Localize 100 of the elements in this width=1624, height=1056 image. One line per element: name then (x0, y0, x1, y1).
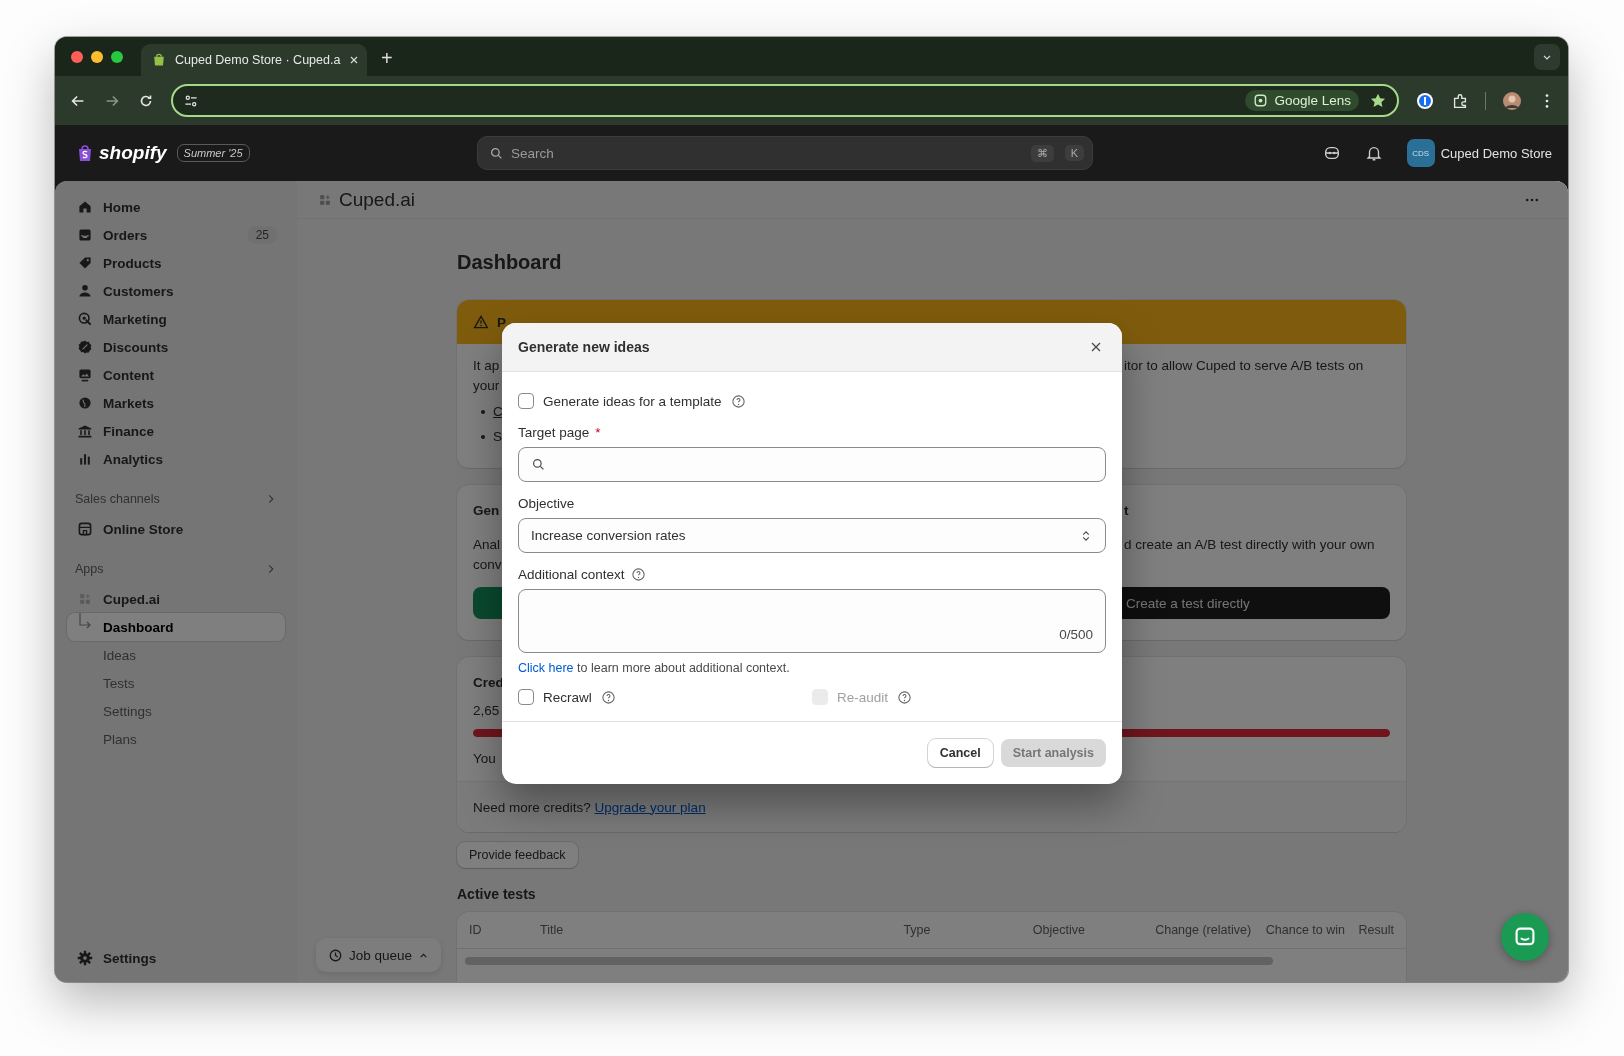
card-title: P (497, 314, 506, 330)
footer-text: Need more credits? Upgrade your plan (473, 799, 706, 815)
dialog-title: Generate new ideas (518, 339, 650, 355)
image-icon (77, 367, 93, 383)
help-icon (630, 566, 646, 582)
help-icon (600, 689, 616, 705)
password-manager-icon[interactable] (1415, 90, 1435, 111)
column-header: Title (540, 923, 565, 937)
sidebar-item[interactable]: Tests (67, 669, 285, 697)
home-icon (77, 199, 93, 215)
required-mark: * (595, 424, 601, 440)
checkbox-label: Recrawl (543, 689, 592, 705)
edition-badge: Summer '25 (176, 144, 250, 162)
objective-select[interactable]: Increase conversion rates (518, 518, 1106, 553)
store-menu[interactable]: CDS Cuped Demo Store (1406, 139, 1552, 167)
bar-chart-icon (77, 451, 93, 467)
clock-icon (328, 947, 343, 963)
start-button: Start analysis (1000, 739, 1106, 767)
bell-icon[interactable] (1364, 144, 1383, 162)
checkbox[interactable] (518, 393, 534, 409)
feedback-button[interactable]: Provide feedback (457, 842, 578, 868)
sidebar-item[interactable]: Settings (67, 944, 285, 972)
column-header: Chance to win (1265, 923, 1346, 937)
google-lens-button[interactable]: Google Lens (1245, 90, 1359, 111)
globe-icon (77, 395, 93, 411)
job-queue-button[interactable]: Job queue (316, 938, 442, 972)
sidebar-item[interactable]: Products (67, 249, 285, 277)
sidebar-item[interactable]: Settings (67, 697, 285, 725)
link[interactable]: Click here (518, 661, 574, 675)
sidebar-item[interactable]: Plans (67, 725, 285, 753)
column-header: Result (1358, 923, 1394, 937)
column-header: Type (903, 923, 932, 937)
sidebar-item[interactable]: Online Store (67, 515, 285, 543)
sidebar-item[interactable]: Discounts (67, 333, 285, 361)
checkbox[interactable] (518, 689, 534, 705)
sidebar-item[interactable]: Analytics (67, 445, 285, 473)
window-control-icon[interactable] (71, 50, 83, 63)
logo-text: shopify (99, 142, 167, 164)
body-text: It ap (473, 357, 500, 375)
address-bar[interactable]: Google Lens (171, 84, 1399, 117)
window-control-icon[interactable] (111, 50, 123, 63)
sidebar-item[interactable]: Ideas (67, 641, 285, 669)
search-field[interactable]: Search ⌘ K (477, 136, 1093, 170)
storefront-icon (77, 521, 93, 537)
field-label: Objective (518, 494, 576, 512)
body-text: Anal (473, 536, 501, 554)
sidebar-item[interactable]: Orders 25 (67, 221, 285, 249)
sidebar-item[interactable]: Cuped.ai (67, 585, 285, 613)
puzzle-icon[interactable] (1451, 91, 1469, 110)
app-icon (77, 591, 93, 607)
body-text: d create an A/B test directly with your own (1124, 536, 1375, 554)
tab-search-button[interactable] (1534, 43, 1560, 70)
cancel-button[interactable]: Cancel (927, 739, 993, 767)
section-header[interactable]: Sales channels (67, 487, 285, 511)
bullet-icon (481, 435, 485, 439)
lens-icon (1253, 93, 1269, 108)
card-title: Gen (473, 502, 500, 520)
body-text: You (473, 750, 496, 768)
scrollbar-thumb[interactable] (465, 957, 1273, 965)
sidebar-item[interactable]: Home (67, 193, 285, 221)
gear-icon (77, 950, 93, 966)
sidebar-item[interactable]: Markets (67, 389, 285, 417)
body-text: itor to allow Cuped to serve A/B tests on (1124, 357, 1364, 375)
search-icon (531, 457, 546, 472)
sidebar-item[interactable]: Customers (67, 277, 285, 305)
field-label: Target page (518, 424, 590, 440)
new-tab-button[interactable]: + (381, 47, 393, 70)
help-icon (897, 689, 913, 705)
field-label: Additional context (518, 566, 625, 582)
bag-icon (151, 52, 167, 68)
character-counter: 0/500 (1059, 627, 1093, 642)
app-title: Cuped.ai (339, 188, 416, 211)
sidebar-item[interactable]: Content (67, 361, 285, 389)
sidebar-item[interactable]: Marketing (67, 305, 285, 333)
store-avatar: CDS (1406, 139, 1435, 167)
shortcut-key: K (1064, 145, 1084, 161)
assistant-icon[interactable] (1322, 144, 1341, 162)
body-text: your (473, 377, 500, 395)
inbox-icon (77, 227, 93, 243)
search-field[interactable] (518, 447, 1106, 482)
discount-icon (77, 339, 93, 355)
sidebar-item[interactable]: Dashboard (67, 613, 285, 641)
link[interactable]: C (493, 402, 503, 422)
upgrade-link[interactable]: Upgrade your plan (594, 799, 706, 815)
target-icon (77, 311, 93, 327)
body-text: conv (473, 556, 502, 574)
section-header[interactable]: Apps (67, 557, 285, 581)
shortcut-key: ⌘ (1030, 144, 1054, 162)
credit-value: 2,65 (473, 702, 500, 720)
avatar-icon[interactable] (1502, 90, 1522, 111)
context-field[interactable]: 0/500 (518, 589, 1106, 653)
sidebar-item[interactable]: Finance (67, 417, 285, 445)
browser-tab[interactable]: Cuped Demo Store · Cuped.a (141, 44, 367, 76)
body-text: S (493, 428, 502, 446)
bullet-icon (481, 410, 485, 414)
column-header: Objective (1032, 923, 1086, 937)
tag-icon (77, 255, 93, 271)
window-control-icon[interactable] (91, 50, 103, 63)
person-icon (77, 283, 93, 299)
page-heading: Dashboard (457, 250, 563, 275)
